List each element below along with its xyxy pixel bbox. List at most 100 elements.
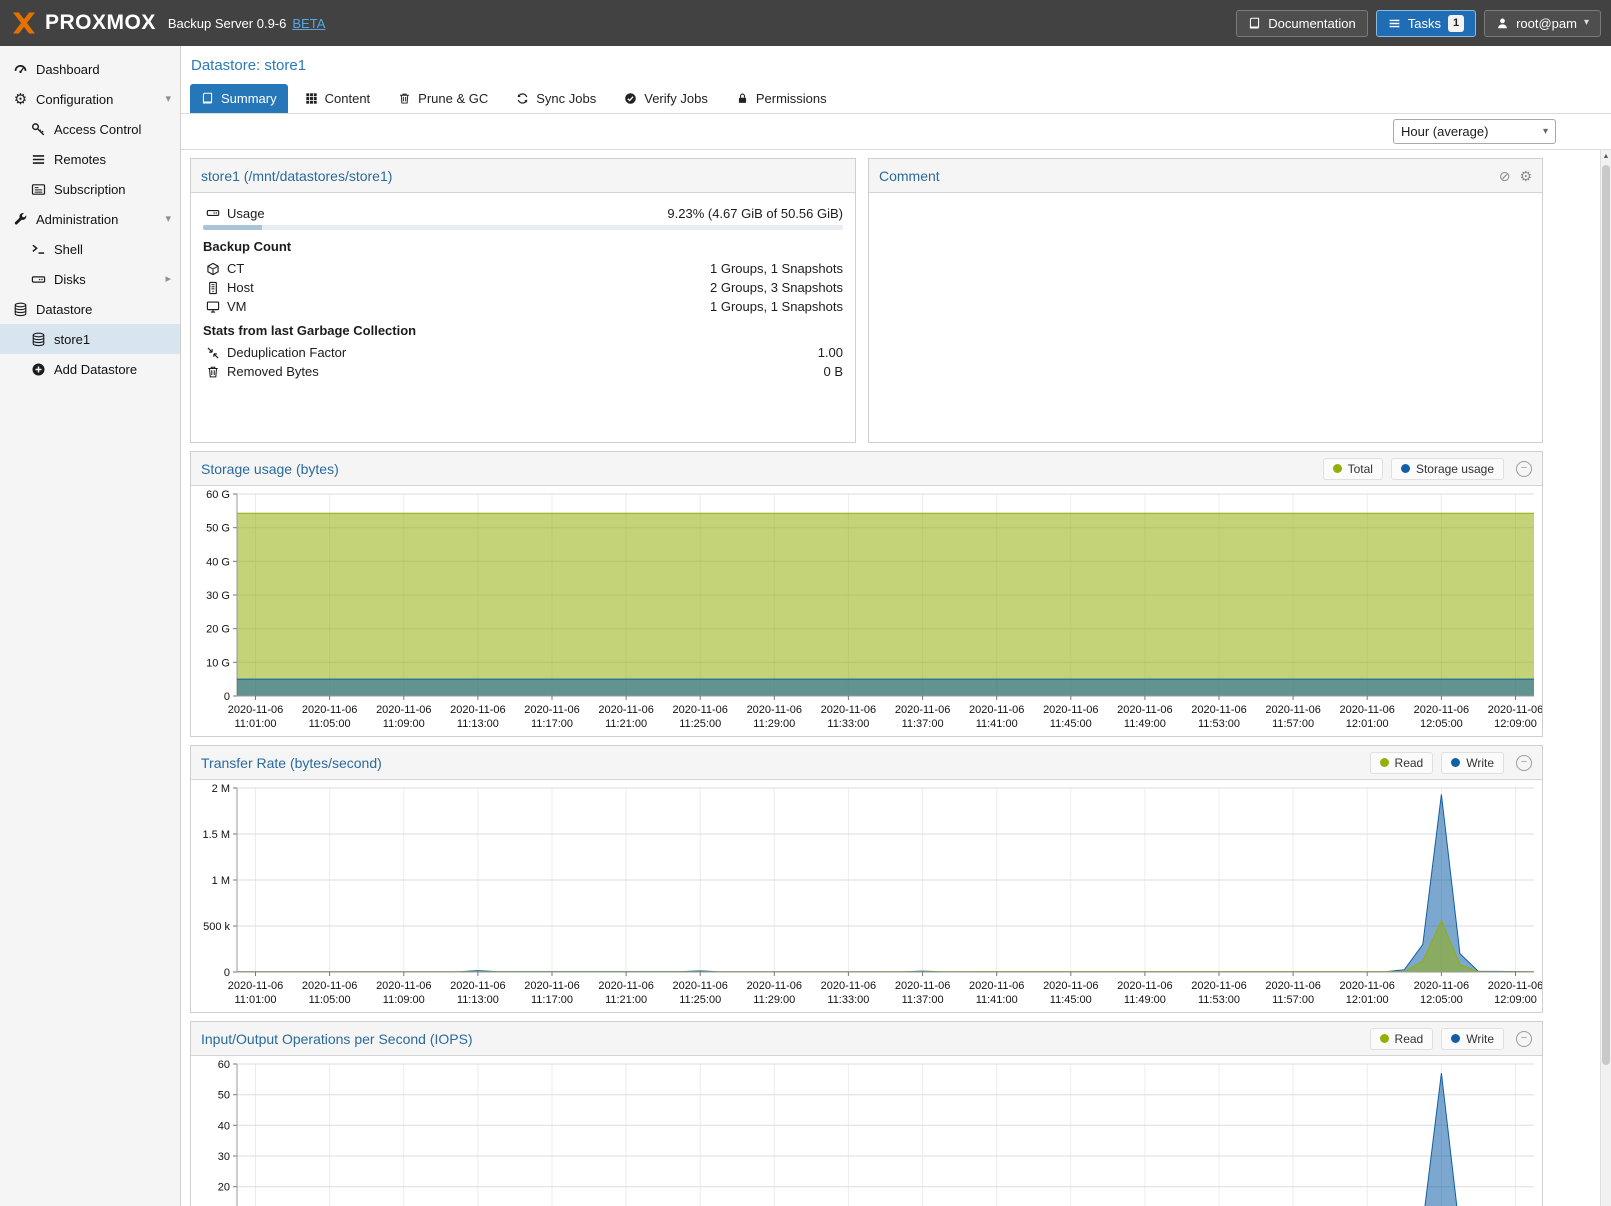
svg-text:1 M: 1 M (212, 875, 230, 887)
user-icon (1496, 17, 1509, 30)
legend-dot (1380, 1034, 1389, 1043)
svg-text:11:21:00: 11:21:00 (605, 718, 647, 730)
legend-write[interactable]: Write (1441, 752, 1504, 774)
svg-text:60 G: 60 G (206, 489, 230, 501)
sidebar-item-label: Subscription (54, 182, 126, 197)
tab-verify-jobs[interactable]: Verify Jobs (613, 84, 719, 113)
svg-text:40: 40 (218, 1120, 230, 1132)
documentation-label: Documentation (1268, 16, 1355, 31)
svg-text:11:29:00: 11:29:00 (753, 994, 795, 1006)
expand-arrow-icon[interactable]: ▸ (165, 274, 171, 285)
sidebar-item-label: Shell (54, 242, 83, 257)
header-actions: Documentation Tasks 1 root@pam ▾ (1236, 10, 1601, 37)
sync-icon (516, 92, 529, 105)
tab-content[interactable]: Content (294, 84, 382, 113)
row-value: 1 Groups, 1 Snapshots (710, 299, 843, 314)
svg-text:11:37:00: 11:37:00 (902, 994, 944, 1006)
book-icon (201, 92, 214, 105)
sidebar-item-disks[interactable]: Disks ▸ (0, 264, 180, 294)
legend-storage-usage[interactable]: Storage usage (1391, 458, 1504, 480)
svg-text:20 G: 20 G (206, 624, 230, 636)
svg-text:2020-11-06: 2020-11-06 (1414, 980, 1469, 992)
tab-summary[interactable]: Summary (190, 84, 288, 113)
row-value: 1 Groups, 1 Snapshots (710, 261, 843, 276)
gear-icon: ⚙ (11, 92, 30, 107)
svg-text:11:41:00: 11:41:00 (976, 994, 1018, 1006)
sidebar-item-add-datastore[interactable]: Add Datastore (0, 354, 180, 384)
transfer-rate-panel: Transfer Rate (bytes/second) Read Write … (190, 745, 1543, 1013)
proxmox-logo-icon (10, 9, 38, 37)
book-icon (1248, 17, 1261, 30)
svg-text:500 k: 500 k (203, 921, 230, 933)
tab-permissions[interactable]: Permissions (725, 84, 838, 113)
documentation-button[interactable]: Documentation (1236, 10, 1367, 37)
sidebar-item-label: Configuration (36, 92, 113, 107)
sidebar-item-store1[interactable]: store1 (0, 324, 180, 354)
panel-title: Transfer Rate (bytes/second) (201, 755, 382, 771)
sidebar-item-configuration[interactable]: ⚙ Configuration ▾ (0, 84, 180, 114)
svg-text:2020-11-06: 2020-11-06 (1265, 704, 1320, 716)
gear-icon[interactable]: ⚙ (1519, 169, 1532, 183)
svg-text:2020-11-06: 2020-11-06 (821, 704, 876, 716)
tasks-label: Tasks (1408, 16, 1441, 31)
sidebar-item-remotes[interactable]: Remotes (0, 144, 180, 174)
svg-text:11:41:00: 11:41:00 (976, 718, 1018, 730)
collapse-panel-icon[interactable]: − (1516, 1031, 1532, 1047)
tab-sync-jobs[interactable]: Sync Jobs (505, 84, 607, 113)
sidebar-item-dashboard[interactable]: Dashboard (0, 54, 180, 84)
panel-header: Input/Output Operations per Second (IOPS… (191, 1022, 1542, 1056)
scroll-up-icon[interactable]: ▲ (1601, 150, 1611, 163)
legend-write[interactable]: Write (1441, 1028, 1504, 1050)
tab-prune-gc[interactable]: Prune & GC (387, 84, 499, 113)
collapse-arrow-icon[interactable]: ▾ (165, 214, 171, 225)
panel-header: store1 (/mnt/datastores/store1) (191, 159, 855, 193)
legend-read[interactable]: Read (1370, 752, 1434, 774)
scrollbar[interactable]: ▲ (1600, 150, 1611, 1206)
bars-icon (29, 152, 48, 167)
main-content: Datastore: store1 Summary Content Prune … (181, 46, 1611, 1206)
clear-icon[interactable]: ⊘ (1499, 169, 1511, 183)
svg-text:2020-11-06: 2020-11-06 (821, 980, 876, 992)
comment-body[interactable] (869, 193, 1542, 211)
svg-text:2020-11-06: 2020-11-06 (228, 704, 283, 716)
legend-total[interactable]: Total (1323, 458, 1383, 480)
sidebar-item-subscription[interactable]: Subscription (0, 174, 180, 204)
panel-title: Input/Output Operations per Second (IOPS… (201, 1031, 473, 1047)
svg-text:12:01:00: 12:01:00 (1346, 718, 1389, 730)
comment-panel: Comment ⊘ ⚙ (868, 158, 1543, 443)
timeframe-select[interactable]: Hour (average) ▾ (1393, 119, 1556, 144)
collapse-panel-icon[interactable]: − (1516, 461, 1532, 477)
scrollbar-thumb[interactable] (1602, 165, 1610, 1065)
collapse-arrow-icon[interactable]: ▾ (165, 94, 171, 105)
sidebar-item-label: Access Control (54, 122, 141, 137)
sidebar-item-label: Disks (54, 272, 86, 287)
svg-text:2020-11-06: 2020-11-06 (1191, 980, 1246, 992)
subscription-card-icon (29, 182, 48, 197)
svg-text:2020-11-06: 2020-11-06 (228, 980, 283, 992)
svg-text:11:17:00: 11:17:00 (531, 994, 573, 1006)
panel-header: Transfer Rate (bytes/second) Read Write … (191, 746, 1542, 780)
check-circle-icon (624, 92, 637, 105)
legend-label: Read (1395, 1032, 1424, 1046)
database-icon (29, 332, 48, 347)
svg-text:2020-11-06: 2020-11-06 (598, 980, 653, 992)
legend-dot (1451, 1034, 1460, 1043)
legend-label: Write (1466, 756, 1494, 770)
svg-text:11:25:00: 11:25:00 (679, 994, 721, 1006)
svg-text:2020-11-06: 2020-11-06 (969, 980, 1024, 992)
legend-label: Write (1466, 1032, 1494, 1046)
beta-link[interactable]: BETA (292, 16, 325, 31)
svg-text:2020-11-06: 2020-11-06 (895, 980, 950, 992)
svg-text:12:09:00: 12:09:00 (1494, 718, 1537, 730)
tasks-button[interactable]: Tasks 1 (1376, 10, 1476, 37)
legend-read[interactable]: Read (1370, 1028, 1434, 1050)
legend-label: Total (1348, 462, 1373, 476)
user-label: root@pam (1516, 16, 1577, 31)
sidebar-item-access-control[interactable]: Access Control (0, 114, 180, 144)
sidebar-item-shell[interactable]: Shell (0, 234, 180, 264)
collapse-panel-icon[interactable]: − (1516, 755, 1532, 771)
user-menu-button[interactable]: root@pam ▾ (1484, 10, 1601, 37)
sidebar-item-administration[interactable]: Administration ▾ (0, 204, 180, 234)
sidebar-item-datastore[interactable]: Datastore (0, 294, 180, 324)
tab-bar: Summary Content Prune & GC Sync Jobs Ver… (181, 84, 1611, 114)
